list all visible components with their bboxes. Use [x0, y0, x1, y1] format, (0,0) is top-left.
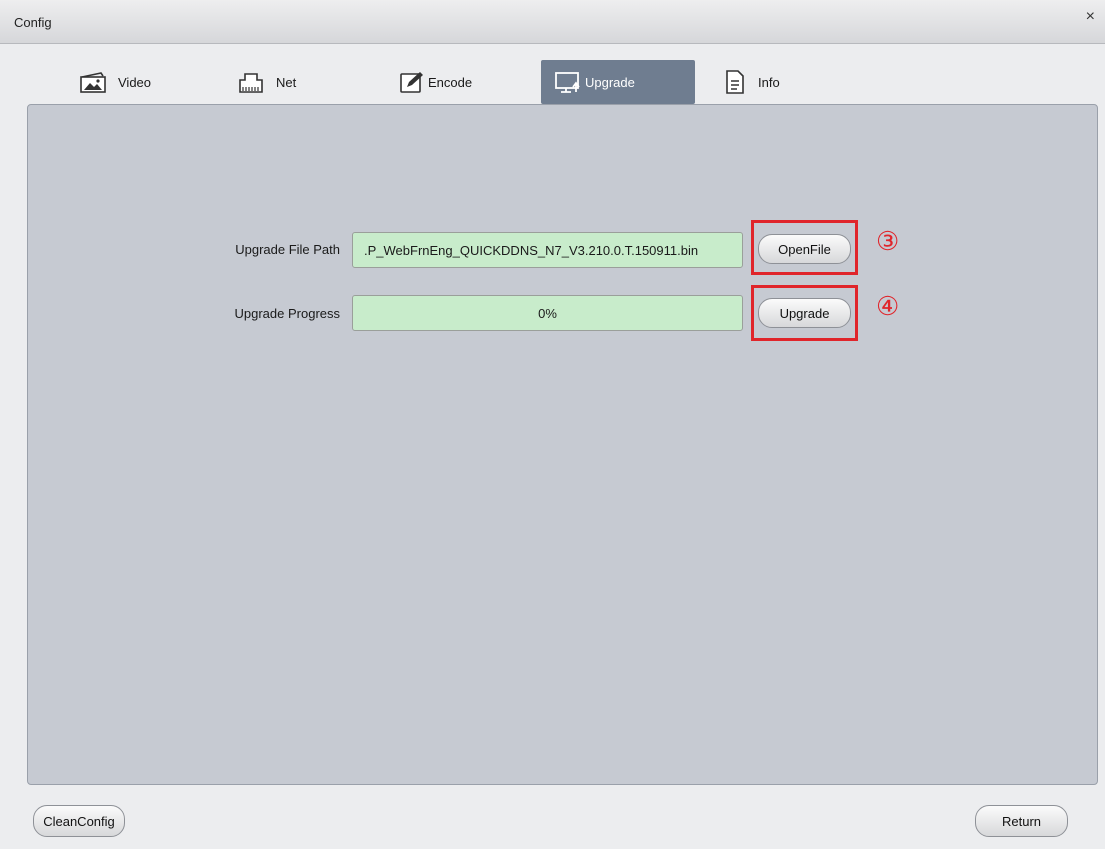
tab-info-label: Info	[758, 74, 780, 90]
info-icon	[720, 69, 750, 95]
tab-video-label: Video	[118, 74, 152, 90]
tab-upgrade-label: Upgrade	[585, 74, 635, 90]
progress-text: 0%	[538, 305, 557, 321]
progress-bar: 0%	[352, 295, 743, 331]
annotation-3: ③	[876, 227, 900, 257]
tab-net-label: Net	[276, 74, 297, 90]
annotation-4: ④	[876, 292, 900, 322]
tab-net[interactable]: Net	[236, 60, 296, 104]
window-title: Config	[14, 15, 52, 30]
open-file-button[interactable]: OpenFile	[758, 234, 851, 264]
tab-upgrade[interactable]: Upgrade	[541, 60, 695, 104]
upgrade-button[interactable]: Upgrade	[758, 298, 851, 328]
title-bar: Config ×	[0, 0, 1105, 44]
encode-icon	[396, 69, 426, 95]
net-icon	[236, 69, 266, 95]
upgrade-panel	[27, 104, 1098, 785]
close-icon[interactable]: ×	[1086, 8, 1095, 26]
tab-video[interactable]: Video	[78, 60, 151, 104]
return-button[interactable]: Return	[975, 805, 1068, 837]
file-path-label: Upgrade File Path	[235, 242, 340, 257]
tab-bar: Video Net Encode Upgrade Info	[0, 60, 1105, 104]
file-path-value: .P_WebFrnEng_QUICKDDNS_N7_V3.210.0.T.150…	[364, 242, 699, 258]
progress-label: Upgrade Progress	[234, 306, 341, 321]
file-path-input[interactable]: .P_WebFrnEng_QUICKDDNS_N7_V3.210.0.T.150…	[352, 232, 743, 268]
clean-config-button[interactable]: CleanConfig	[33, 805, 125, 837]
video-icon	[78, 69, 108, 95]
tab-info[interactable]: Info	[720, 60, 780, 104]
tab-encode-label: Encode	[428, 74, 473, 90]
upgrade-icon	[553, 69, 583, 95]
tab-encode[interactable]: Encode	[396, 60, 472, 104]
